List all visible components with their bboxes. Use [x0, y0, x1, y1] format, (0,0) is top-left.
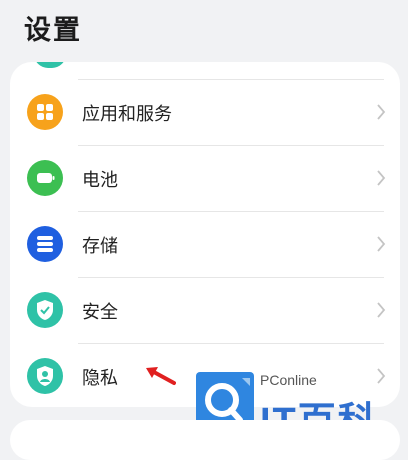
- settings-item-label: 隐私: [82, 368, 118, 389]
- chevron-right-icon: [377, 236, 386, 252]
- settings-item-label: 安全: [82, 302, 118, 323]
- settings-item-label: 存储: [82, 236, 118, 257]
- annotation-arrow-icon: [146, 367, 176, 385]
- settings-item-apps-services[interactable]: 应用和服务: [10, 80, 400, 146]
- battery-icon: [27, 160, 63, 196]
- shield-check-icon: [27, 292, 63, 328]
- page-title: 设置: [24, 15, 82, 46]
- storage-icon: [27, 226, 63, 262]
- settings-card: 应用和服务 电池 存储 安全 隐私: [10, 62, 400, 407]
- previous-item-icon: [34, 62, 66, 68]
- settings-item-security[interactable]: 安全: [10, 278, 400, 344]
- privacy-icon: [27, 358, 63, 394]
- settings-item-battery[interactable]: 电池: [10, 146, 400, 212]
- apps-grid-icon: [27, 94, 63, 130]
- chevron-right-icon: [377, 104, 386, 120]
- settings-item-storage[interactable]: 存储: [10, 212, 400, 278]
- settings-item-label: 应用和服务: [82, 104, 172, 125]
- next-settings-card: [10, 420, 400, 460]
- settings-item-label: 电池: [82, 170, 118, 191]
- chevron-right-icon: [377, 302, 386, 318]
- watermark-site: PConline: [260, 372, 317, 388]
- chevron-right-icon: [377, 170, 386, 186]
